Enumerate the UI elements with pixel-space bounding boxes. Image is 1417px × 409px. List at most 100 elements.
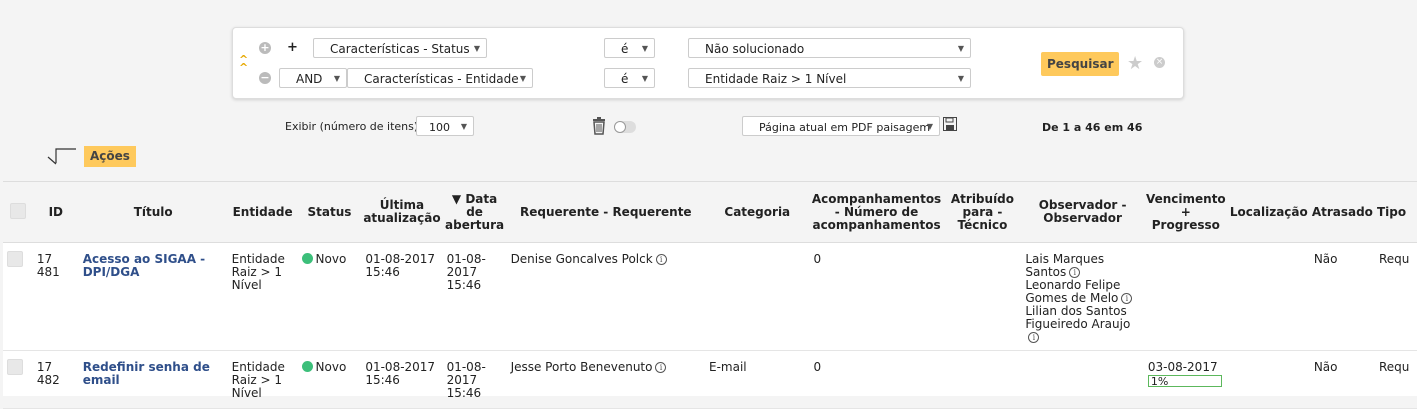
trash-icon[interactable] [591, 117, 607, 135]
row-title-line2[interactable]: email [83, 374, 224, 387]
value-select-1[interactable]: Não solucionado ▼ [688, 38, 971, 58]
col-assigned-line1: Atribuído [950, 191, 1015, 206]
save-icon[interactable] [943, 117, 957, 134]
info-icon[interactable]: i [1028, 332, 1040, 343]
col-due[interactable]: Vencimento + Progresso [1143, 182, 1228, 243]
chevron-down-icon: ▼ [473, 44, 480, 53]
add-group-button[interactable]: + [287, 40, 298, 55]
operator-1-value: é [621, 42, 629, 56]
operator-select-1[interactable]: é ▼ [604, 38, 655, 58]
row-type: Requ [1374, 242, 1417, 351]
search-criteria-panel: ^ ^ + + Características - Status ▼ é ▼ Nã… [232, 27, 1184, 99]
progress-bar: 1% [1147, 375, 1222, 388]
criteria-field-2-value: Características - Entidade [364, 72, 519, 86]
criteria-field-1-value: Características - Status [330, 42, 470, 56]
collapse-chevron-icon[interactable]: ^ ^ [239, 54, 248, 73]
row-checkbox[interactable] [7, 359, 23, 375]
info-icon[interactable]: i [655, 362, 667, 373]
display-count-select[interactable]: 100 ▼ [416, 116, 474, 136]
col-requester[interactable]: Requerente - Requerente [506, 182, 706, 243]
operator-2-value: é [621, 72, 629, 86]
row-title-line2[interactable]: DPI/DGA [83, 266, 224, 279]
search-button[interactable]: Pesquisar [1041, 52, 1120, 76]
row-due-date: 03-08-2017 [1147, 360, 1218, 374]
row-entity: Entidade Raiz > 1 Nível [227, 242, 298, 351]
criteria-field-2[interactable]: Características - Entidade ▼ [347, 68, 533, 88]
col-type[interactable]: Tipo [1374, 182, 1417, 243]
info-icon[interactable]: i [655, 254, 667, 265]
col-open-date-line1: ▼ Data [451, 191, 498, 206]
value-select-2[interactable]: Entidade Raiz > 1 Nível ▼ [688, 68, 971, 88]
col-category[interactable]: Categoria [705, 182, 810, 243]
info-icon[interactable]: i [1069, 267, 1081, 278]
row-category: E-mail [705, 350, 810, 409]
arrow-down-right-icon [46, 146, 78, 169]
operator-select-2[interactable]: é ▼ [604, 68, 655, 88]
row-checkbox[interactable] [7, 251, 23, 267]
row-open-date: 01-08- 2017 15:46 [442, 242, 507, 351]
row-assigned [943, 350, 1022, 409]
export-format-select[interactable]: Página atual em PDF paisagem ▼ [742, 116, 940, 136]
row-category [705, 242, 810, 351]
row-observers [1021, 350, 1144, 409]
chevron-down-icon: ▼ [641, 44, 648, 53]
row-open-date-line3: 15:46 [446, 278, 482, 292]
col-assigned[interactable]: Atribuído para - Técnico [943, 182, 1022, 243]
row-due: 03-08-2017 1% [1143, 350, 1228, 409]
row-late: Não [1309, 242, 1375, 351]
chevron-down-icon: ▼ [460, 122, 467, 131]
col-assigned-line2: para - [962, 204, 1003, 219]
star-icon[interactable]: ★ [1127, 53, 1143, 74]
chevron-down-icon: ▼ [333, 74, 340, 83]
remove-criteria-icon[interactable]: − [259, 72, 271, 84]
logic-operator-select[interactable]: AND ▼ [279, 68, 347, 88]
pagination-text: De 1 a 46 em 46 [1042, 121, 1143, 134]
display-count-value: 100 [429, 121, 450, 134]
row-entity: Entidade Raiz > 1 Nível [227, 350, 298, 409]
row-observers: Lais Marques Santos i Leonardo Felipe Gom… [1021, 242, 1144, 351]
col-entity[interactable]: Entidade [227, 182, 298, 243]
chevron-down-icon: ▼ [926, 122, 933, 131]
row-open-date: 01-08- 2017 15:46 [442, 350, 507, 409]
col-observer[interactable]: Observador - Observador [1021, 182, 1144, 243]
row-status-label: Novo [315, 360, 347, 374]
table-row: 17 481 Acesso ao SIGAA - DPI/DGA Entidade… [3, 242, 1417, 351]
col-status[interactable]: Status [297, 182, 362, 243]
row-requester-name: Denise Goncalves Polck [510, 252, 653, 266]
col-followups[interactable]: Acompanhamentos - Número de acompanhamento… [809, 182, 944, 243]
row-last-update-time: 15:46 [365, 265, 400, 279]
row-requester-name: Jesse Porto Benevenuto [510, 360, 653, 374]
observer-name: Figueiredo Araujo [1025, 317, 1131, 331]
col-assigned-line3: Técnico [957, 217, 1008, 232]
row-requester: Jesse Porto Benevenuto i [506, 350, 706, 409]
toggle-switch[interactable] [614, 121, 636, 133]
row-status-label: Novo [315, 252, 347, 266]
col-id[interactable]: ID [32, 182, 79, 243]
col-title[interactable]: Título [78, 182, 228, 243]
row-open-date-line3: 15:46 [446, 386, 482, 400]
chevron-down-icon: ▼ [957, 44, 964, 53]
col-late[interactable]: Atrasado [1309, 182, 1375, 243]
add-criteria-icon[interactable]: + [259, 42, 271, 54]
actions-button[interactable]: Ações [84, 146, 136, 167]
select-all-checkbox[interactable] [9, 202, 26, 219]
col-location[interactable]: Localização [1227, 182, 1310, 243]
chevron-down-icon: ▼ [957, 74, 964, 83]
col-open-date-line2: de [466, 204, 483, 219]
status-dot-icon [301, 253, 313, 264]
info-icon[interactable]: i [1121, 293, 1133, 304]
row-due [1143, 242, 1228, 351]
col-due-line1: Vencimento [1145, 191, 1226, 206]
observer-name: Gomes de Melo [1025, 291, 1119, 305]
row-title[interactable]: Redefinir senha de email [78, 350, 228, 409]
col-last-update[interactable]: Última atualização [361, 182, 443, 243]
row-status: Novo [297, 242, 362, 351]
col-open-date[interactable]: ▼ Data de abertura [442, 182, 507, 243]
col-due-line3: Progresso [1151, 217, 1220, 232]
criteria-field-1[interactable]: Características - Status ▼ [313, 38, 487, 58]
close-icon[interactable]: × [1154, 57, 1165, 68]
row-title[interactable]: Acesso ao SIGAA - DPI/DGA [78, 242, 228, 351]
logic-operator-value: AND [296, 72, 323, 86]
status-dot-icon [301, 361, 313, 372]
row-last-update: 01-08-2017 15:46 [361, 242, 443, 351]
